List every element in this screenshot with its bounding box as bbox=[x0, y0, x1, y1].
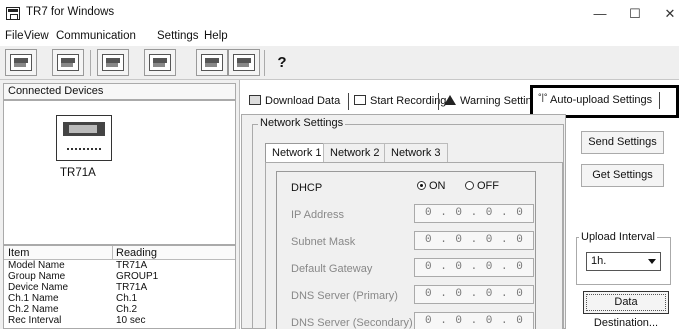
connected-devices-header: Connected Devices bbox=[3, 83, 236, 100]
toolbar-separator bbox=[264, 50, 265, 76]
title-bar: TR7 for Windows — ☐ ✕ bbox=[0, 0, 679, 28]
tab-network-3[interactable]: Network 3 bbox=[384, 143, 448, 163]
help-cursor-icon[interactable]: ? bbox=[270, 52, 294, 74]
tab-auto-upload-settings[interactable]: °|° Auto-upload Settings bbox=[538, 92, 661, 109]
menu-file[interactable]: File bbox=[5, 30, 24, 42]
left-pane: Connected Devices TR71A Item Reading Mod… bbox=[0, 80, 240, 329]
main-area: Download Data Start Recording Warning Se… bbox=[241, 80, 679, 329]
column-reading[interactable]: Reading bbox=[116, 247, 157, 259]
tab-download-data[interactable]: Download Data bbox=[249, 92, 340, 112]
row-item: Ch.1 Name bbox=[8, 293, 59, 304]
toolbar: ? bbox=[0, 46, 679, 80]
row-item: Device Name bbox=[8, 282, 69, 293]
ip-address-label: IP Address bbox=[291, 209, 344, 221]
tr7-icon[interactable] bbox=[5, 49, 37, 76]
dhcp-off-label: OFF bbox=[477, 180, 499, 192]
app-icon bbox=[6, 7, 20, 20]
window-title: TR7 for Windows bbox=[26, 6, 115, 18]
default-gateway-field[interactable]: 0 . 0 . 0 . 0 bbox=[414, 258, 534, 277]
dhcp-label: DHCP bbox=[291, 182, 323, 194]
upload-interval-select[interactable]: 1h. bbox=[586, 252, 661, 271]
menu-communication[interactable]: Communication bbox=[56, 30, 136, 42]
tab-bar: Download Data Start Recording Warning Se… bbox=[241, 80, 679, 118]
get-settings-button[interactable]: Get Settings bbox=[581, 164, 664, 187]
maximize-button[interactable]: ☐ bbox=[620, 4, 650, 24]
ip-address-field[interactable]: 0 . 0 . 0 . 0 bbox=[414, 204, 534, 223]
network-1-panel: DHCP ON OFF IP Address 0 . 0 . 0 . 0 Sub… bbox=[265, 162, 563, 329]
tab-network-1[interactable]: Network 1 bbox=[265, 143, 329, 163]
tab-label: Auto-upload Settings bbox=[550, 94, 653, 106]
menu-help[interactable]: Help bbox=[204, 30, 228, 42]
tab-start-recording[interactable]: Start Recording bbox=[354, 92, 446, 112]
data-icon[interactable] bbox=[97, 49, 129, 76]
upload-interval-label: Upload Interval bbox=[579, 231, 657, 243]
row-item: Ch.2 Name bbox=[8, 304, 59, 315]
dns-primary-field[interactable]: 0 . 0 . 0 . 0 bbox=[414, 285, 534, 304]
table-header: Item Reading bbox=[4, 246, 235, 260]
device-properties-table: Item Reading Model Name TR71A Group Name… bbox=[3, 245, 236, 329]
network-settings-title: Network Settings bbox=[258, 117, 346, 129]
row-reading: Ch.1 bbox=[116, 293, 138, 304]
row-reading: TR71A bbox=[116, 282, 148, 293]
minimize-button[interactable]: — bbox=[585, 4, 615, 24]
column-item[interactable]: Item bbox=[8, 247, 29, 259]
row-reading: TR71A bbox=[116, 260, 148, 271]
tab-network-2[interactable]: Network 2 bbox=[323, 143, 387, 163]
row-item: Rec Interval bbox=[8, 315, 62, 326]
menu-view[interactable]: View bbox=[24, 30, 49, 42]
dns-secondary-field[interactable]: 0 . 0 . 0 . 0 bbox=[414, 312, 534, 329]
device-icon[interactable] bbox=[52, 49, 84, 76]
menu-settings[interactable]: Settings bbox=[157, 30, 199, 42]
default-gateway-label: Default Gateway bbox=[291, 263, 373, 275]
device-label[interactable]: TR71A bbox=[60, 167, 96, 179]
dns-secondary-label: DNS Server (Secondary) bbox=[291, 317, 413, 329]
network-fields-box: DHCP ON OFF IP Address 0 . 0 . 0 . 0 Sub… bbox=[276, 171, 536, 329]
data-destination-button[interactable]: Data Destination... bbox=[583, 291, 669, 329]
toolbar-separator bbox=[90, 50, 91, 76]
row-item: Model Name bbox=[8, 260, 65, 271]
subnet-mask-field[interactable]: 0 . 0 . 0 . 0 bbox=[414, 231, 534, 250]
warning-icon bbox=[444, 95, 456, 105]
download-icon bbox=[249, 95, 261, 105]
dns-primary-label: DNS Server (Primary) bbox=[291, 290, 398, 302]
chevron-down-icon bbox=[648, 259, 656, 264]
menu-bar: File View Communication Settings Help bbox=[0, 28, 679, 46]
dhcp-off-radio[interactable]: OFF bbox=[465, 180, 499, 192]
auto-upload-panel: Network Settings Network 1 Network 2 Net… bbox=[241, 114, 566, 329]
row-reading: 10 sec bbox=[116, 315, 146, 326]
recording-icon bbox=[354, 95, 366, 105]
device-list: TR71A bbox=[3, 100, 236, 245]
send-settings-button[interactable]: Send Settings bbox=[581, 131, 664, 154]
antenna-icon: °|° bbox=[538, 92, 548, 102]
row-reading: Ch.2 bbox=[116, 304, 138, 315]
row-reading: GROUP1 bbox=[116, 271, 159, 282]
upload-interval-value: 1h. bbox=[591, 255, 607, 267]
chart-icon[interactable] bbox=[228, 49, 260, 76]
now-icon[interactable] bbox=[144, 49, 176, 76]
tab-label: Start Recording bbox=[370, 95, 447, 107]
row-item: Group Name bbox=[8, 271, 66, 282]
grid-icon[interactable] bbox=[196, 49, 228, 76]
subnet-mask-label: Subnet Mask bbox=[291, 236, 356, 248]
table-row: Rec Interval 10 sec bbox=[4, 315, 235, 327]
tab-label: Download Data bbox=[265, 95, 341, 107]
tab-warning-settings[interactable]: Warning Settings bbox=[444, 92, 543, 112]
dhcp-on-label: ON bbox=[429, 180, 446, 192]
logger-device-icon[interactable] bbox=[56, 115, 112, 161]
dhcp-on-radio[interactable]: ON bbox=[417, 180, 446, 192]
close-button[interactable]: ✕ bbox=[655, 4, 679, 24]
